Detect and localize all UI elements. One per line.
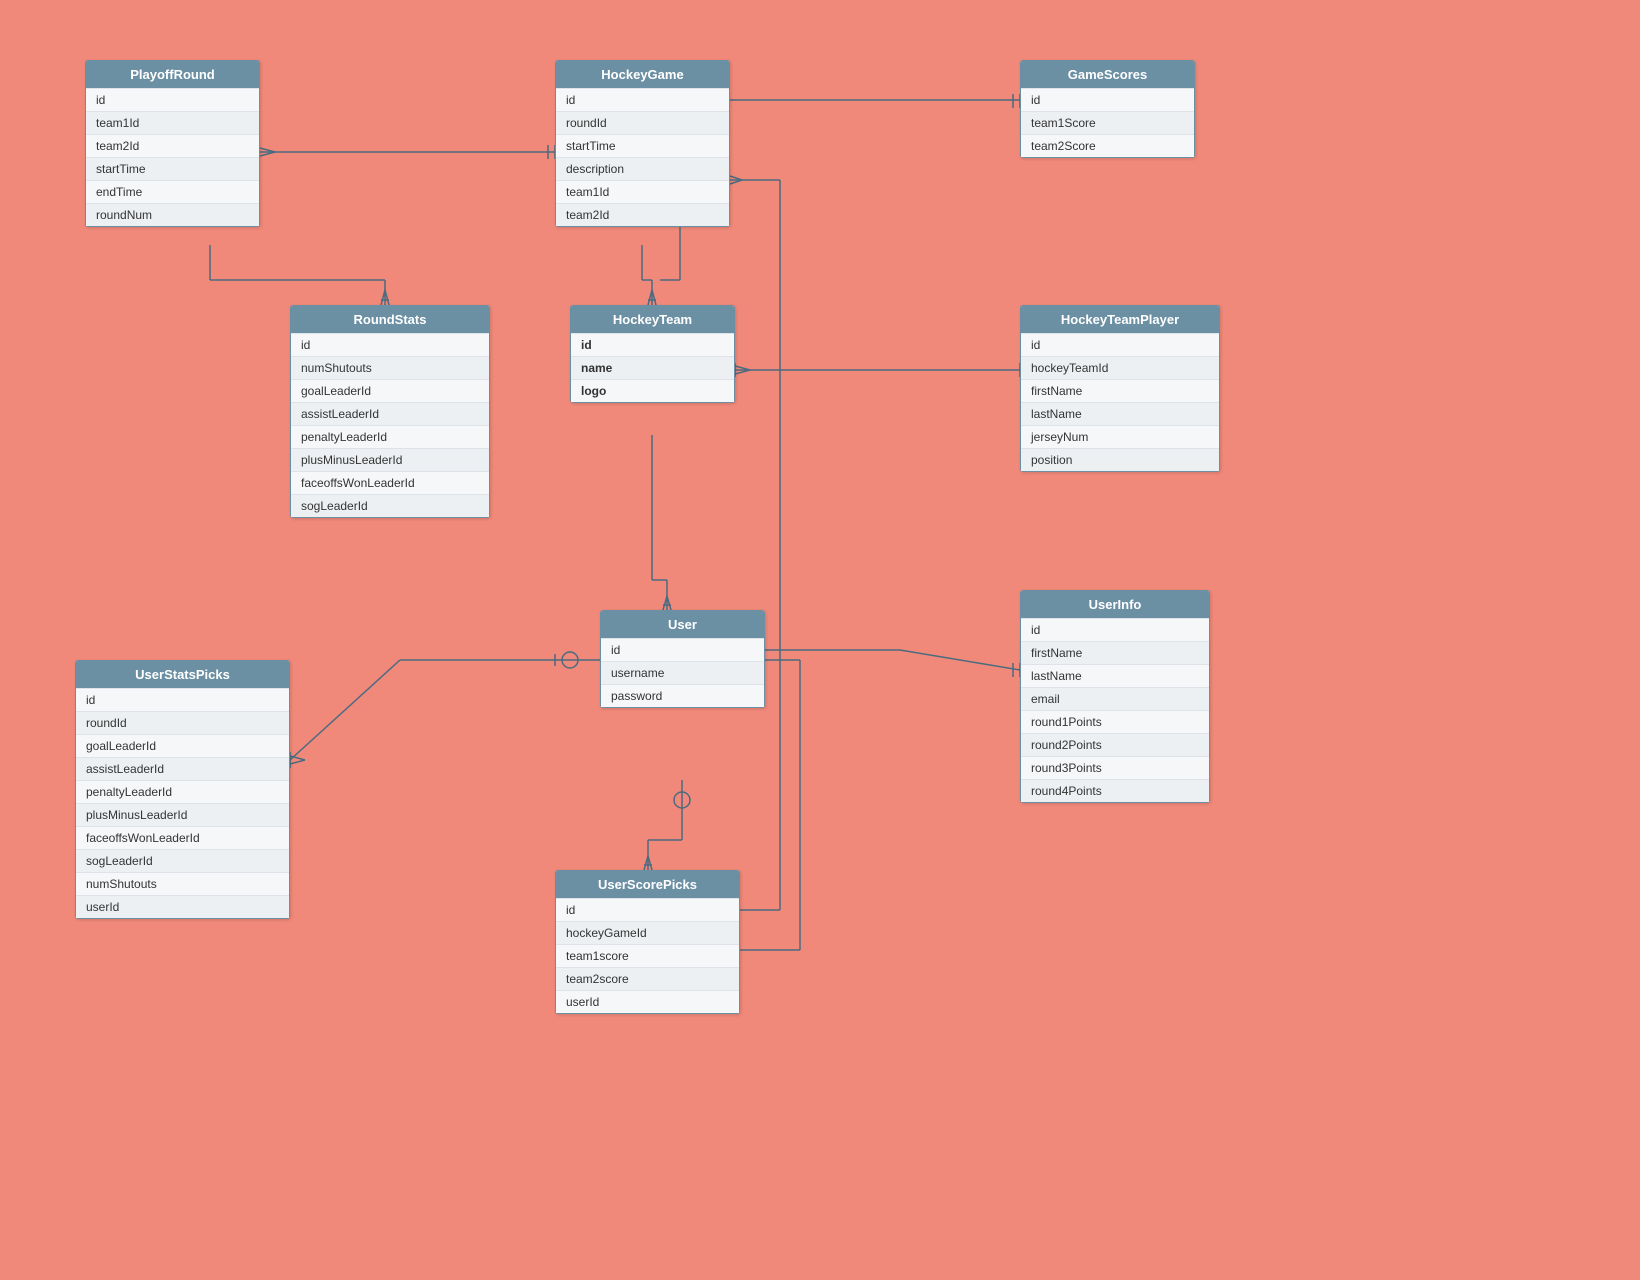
header-UserScorePicks: UserScorePicks bbox=[556, 871, 739, 898]
header-HockeyTeam: HockeyTeam bbox=[571, 306, 734, 333]
field-id: id bbox=[1021, 88, 1194, 111]
header-GameScores: GameScores bbox=[1021, 61, 1194, 88]
field-id: id bbox=[76, 688, 289, 711]
field-sogLeaderId: sogLeaderId bbox=[291, 494, 489, 517]
field-round2Points: round2Points bbox=[1021, 733, 1209, 756]
header-RoundStats: RoundStats bbox=[291, 306, 489, 333]
field-assistLeaderId: assistLeaderId bbox=[291, 402, 489, 425]
field-id: id bbox=[556, 88, 729, 111]
header-UserStatsPicks: UserStatsPicks bbox=[76, 661, 289, 688]
field-numShutouts: numShutouts bbox=[291, 356, 489, 379]
table-PlayoffRound: PlayoffRound id team1Id team2Id startTim… bbox=[85, 60, 260, 227]
table-UserStatsPicks: UserStatsPicks id roundId goalLeaderId a… bbox=[75, 660, 290, 919]
field-id: id bbox=[291, 333, 489, 356]
table-UserScorePicks: UserScorePicks id hockeyGameId team1scor… bbox=[555, 870, 740, 1014]
field-name: name bbox=[571, 356, 734, 379]
field-endTime: endTime bbox=[86, 180, 259, 203]
field-hockeyGameId: hockeyGameId bbox=[556, 921, 739, 944]
field-plusMinusLeaderId: plusMinusLeaderId bbox=[76, 803, 289, 826]
field-id: id bbox=[601, 638, 764, 661]
field-password: password bbox=[601, 684, 764, 707]
field-team2Id: team2Id bbox=[556, 203, 729, 226]
field-username: username bbox=[601, 661, 764, 684]
header-PlayoffRound: PlayoffRound bbox=[86, 61, 259, 88]
field-id: id bbox=[556, 898, 739, 921]
diagram-container: PlayoffRound id team1Id team2Id startTim… bbox=[0, 0, 1640, 1280]
field-id: id bbox=[1021, 333, 1219, 356]
field-goalLeaderId: goalLeaderId bbox=[76, 734, 289, 757]
table-HockeyGame: HockeyGame id roundId startTime descript… bbox=[555, 60, 730, 227]
table-GameScores: GameScores id team1Score team2Score bbox=[1020, 60, 1195, 158]
table-HockeyTeam: HockeyTeam id name logo bbox=[570, 305, 735, 403]
field-team1Id: team1Id bbox=[86, 111, 259, 134]
field-lastName: lastName bbox=[1021, 402, 1219, 425]
field-faceoffsWonLeaderId: faceoffsWonLeaderId bbox=[291, 471, 489, 494]
header-HockeyTeamPlayer: HockeyTeamPlayer bbox=[1021, 306, 1219, 333]
field-team1Score: team1Score bbox=[1021, 111, 1194, 134]
field-firstName: firstName bbox=[1021, 379, 1219, 402]
field-round1Points: round1Points bbox=[1021, 710, 1209, 733]
field-plusMinusLeaderId: plusMinusLeaderId bbox=[291, 448, 489, 471]
header-User: User bbox=[601, 611, 764, 638]
field-round4Points: round4Points bbox=[1021, 779, 1209, 802]
table-UserInfo: UserInfo id firstName lastName email rou… bbox=[1020, 590, 1210, 803]
field-hockeyTeamId: hockeyTeamId bbox=[1021, 356, 1219, 379]
field-id: id bbox=[86, 88, 259, 111]
field-sogLeaderId: sogLeaderId bbox=[76, 849, 289, 872]
field-round3Points: round3Points bbox=[1021, 756, 1209, 779]
field-startTime: startTime bbox=[86, 157, 259, 180]
table-RoundStats: RoundStats id numShutouts goalLeaderId a… bbox=[290, 305, 490, 518]
field-team2score: team2score bbox=[556, 967, 739, 990]
field-goalLeaderId: goalLeaderId bbox=[291, 379, 489, 402]
field-lastName: lastName bbox=[1021, 664, 1209, 687]
field-startTime: startTime bbox=[556, 134, 729, 157]
field-team2Score: team2Score bbox=[1021, 134, 1194, 157]
field-description: description bbox=[556, 157, 729, 180]
field-team1Id: team1Id bbox=[556, 180, 729, 203]
field-roundNum: roundNum bbox=[86, 203, 259, 226]
field-roundId: roundId bbox=[556, 111, 729, 134]
field-firstName: firstName bbox=[1021, 641, 1209, 664]
field-assistLeaderId: assistLeaderId bbox=[76, 757, 289, 780]
field-team2Id: team2Id bbox=[86, 134, 259, 157]
field-id: id bbox=[571, 333, 734, 356]
field-userId: userId bbox=[556, 990, 739, 1013]
table-HockeyTeamPlayer: HockeyTeamPlayer id hockeyTeamId firstNa… bbox=[1020, 305, 1220, 472]
field-position: position bbox=[1021, 448, 1219, 471]
table-User: User id username password bbox=[600, 610, 765, 708]
field-id: id bbox=[1021, 618, 1209, 641]
field-penaltyLeaderId: penaltyLeaderId bbox=[291, 425, 489, 448]
field-team1score: team1score bbox=[556, 944, 739, 967]
field-numShutouts: numShutouts bbox=[76, 872, 289, 895]
field-email: email bbox=[1021, 687, 1209, 710]
field-userId: userId bbox=[76, 895, 289, 918]
field-faceoffsWonLeaderId: faceoffsWonLeaderId bbox=[76, 826, 289, 849]
field-roundId: roundId bbox=[76, 711, 289, 734]
field-logo: logo bbox=[571, 379, 734, 402]
field-penaltyLeaderId: penaltyLeaderId bbox=[76, 780, 289, 803]
field-jerseyNum: jerseyNum bbox=[1021, 425, 1219, 448]
header-HockeyGame: HockeyGame bbox=[556, 61, 729, 88]
header-UserInfo: UserInfo bbox=[1021, 591, 1209, 618]
